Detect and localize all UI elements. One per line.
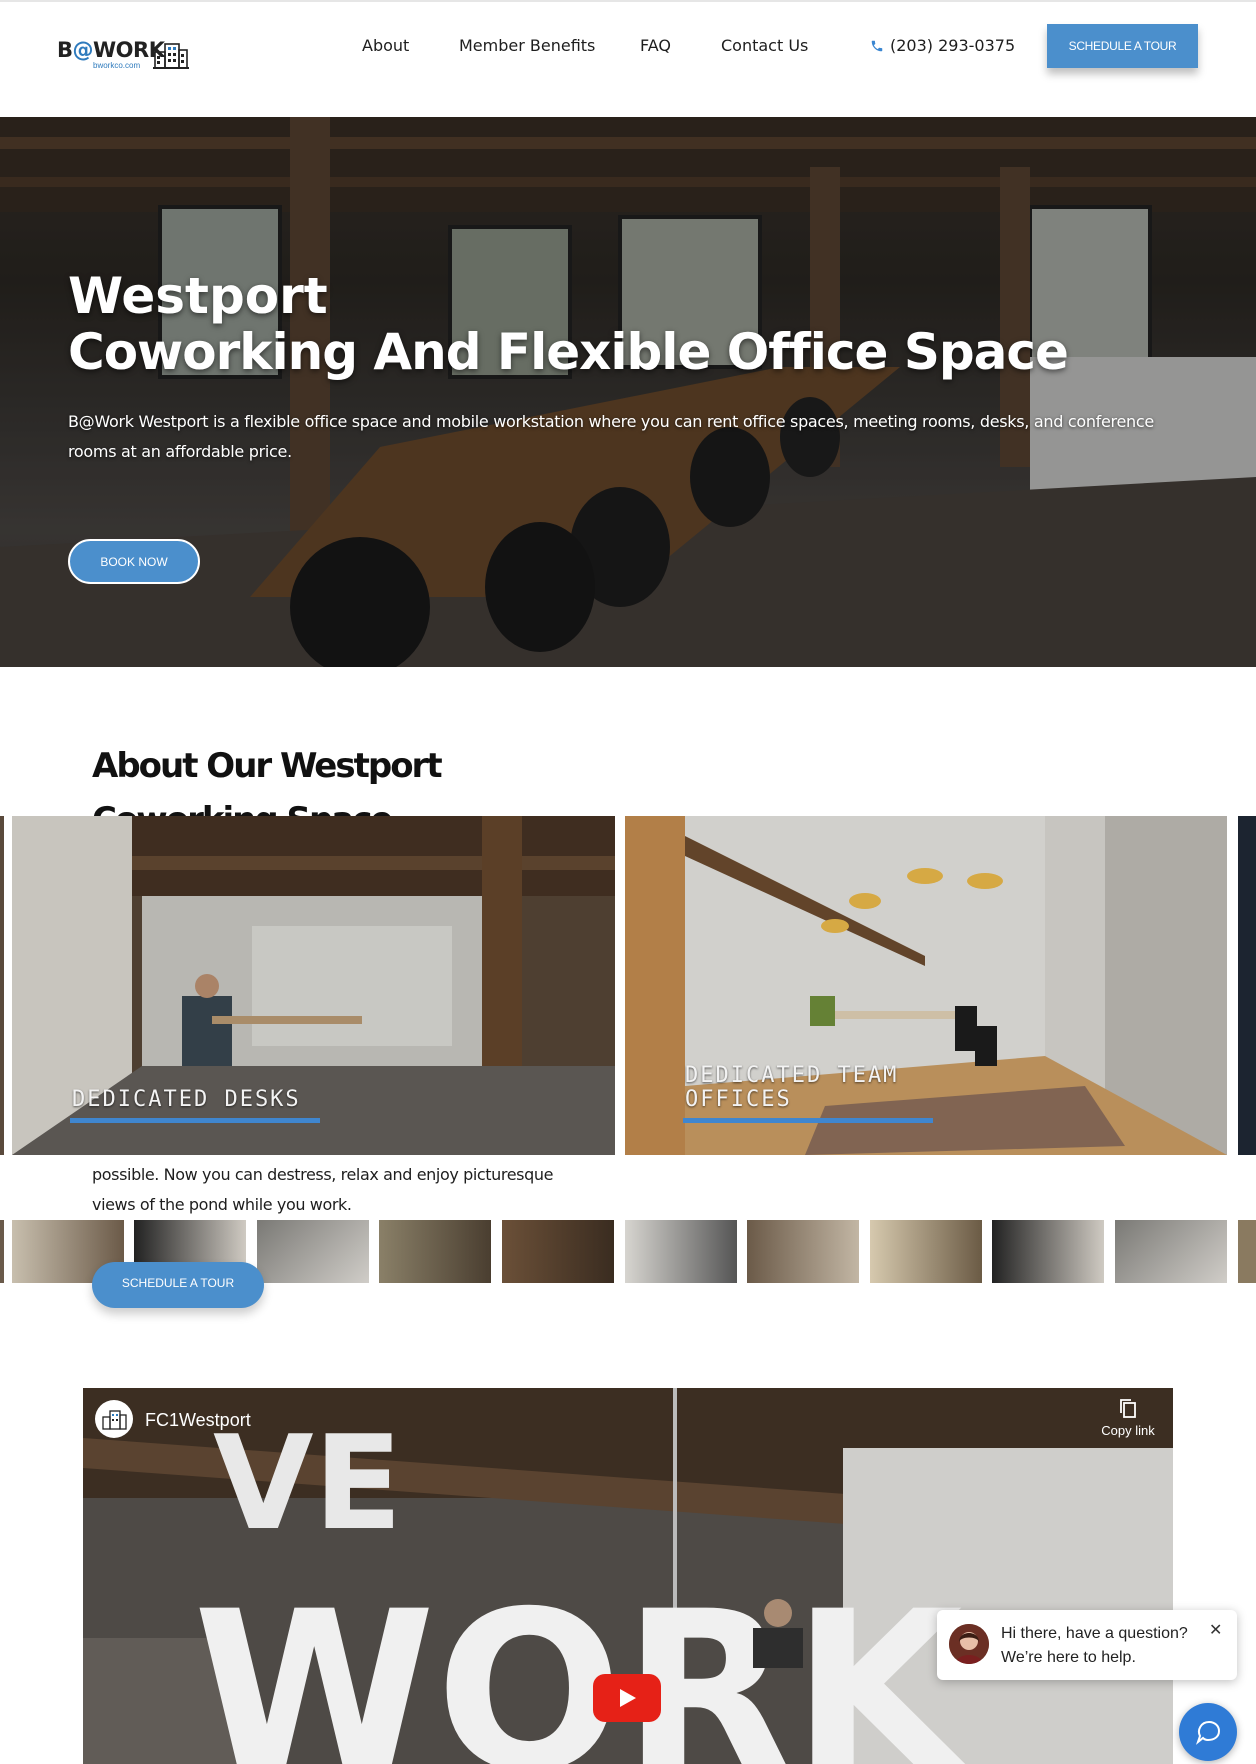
agent-avatar (949, 1624, 989, 1664)
youtube-video-embed[interactable]: VE WORK FC1Westport Copy link (83, 1388, 1173, 1764)
svg-text:WORK: WORK (193, 1564, 970, 1764)
about-title: About Our Westport (92, 746, 443, 786)
thumbnail[interactable] (502, 1220, 614, 1283)
nav-faq[interactable]: FAQ (640, 36, 671, 55)
thumbnail[interactable] (625, 1220, 737, 1283)
about-title-line2: Coworking Space (92, 800, 391, 816)
copy-link-label: Copy link (1101, 1423, 1155, 1438)
slide-caption: DEDICATED DESKS (72, 1087, 301, 1112)
hero-title-line1: Westport (68, 267, 328, 325)
slide-dedicated-desks[interactable]: DEDICATED DESKS (12, 816, 615, 1155)
chat-greeting-bubble[interactable]: Hi there, have a question? We’re here to… (937, 1610, 1237, 1680)
chat-icon (1195, 1720, 1221, 1745)
logo-domain: bworkco.com (93, 61, 141, 70)
logo-wordmark: B@WORK (57, 38, 165, 62)
chat-greeting-line2: We’re here to help. (1001, 1649, 1136, 1666)
slide-underline (70, 1118, 320, 1123)
thumbnail[interactable] (1115, 1220, 1227, 1283)
thumbnail[interactable] (379, 1220, 491, 1283)
book-now-button[interactable]: BOOK NOW (68, 539, 200, 584)
thumbnail[interactable] (0, 1220, 4, 1283)
building-icon (153, 43, 189, 69)
thumbnail[interactable] (992, 1220, 1104, 1283)
hero-title-line2: Coworking And Flexible Office Space (68, 323, 1069, 381)
thumbnail[interactable] (257, 1220, 369, 1283)
nav-contact-us[interactable]: Contact Us (721, 36, 808, 55)
hero-description: B@Work Westport is a flexible office spa… (68, 412, 1154, 461)
nav-about[interactable]: About (362, 36, 409, 55)
chat-launcher-button[interactable] (1179, 1703, 1237, 1761)
chat-greeting-line1: Hi there, have a question? (1001, 1625, 1188, 1642)
site-logo[interactable]: B@WORK bworkco.com (57, 36, 191, 72)
nav-member-benefits[interactable]: Member Benefits (459, 36, 595, 55)
thumbnail[interactable] (870, 1220, 982, 1283)
agent-photo (949, 1624, 989, 1664)
building-icon (102, 1410, 127, 1430)
phone-number: (203) 293-0375 (890, 36, 1016, 55)
slide-edge-right (1238, 816, 1256, 1155)
play-icon (620, 1689, 636, 1707)
site-header: B@WORK bworkco.com About Member Benefits… (0, 2, 1256, 117)
about-text: possible. Now you can destress, relax an… (92, 1165, 554, 1214)
schedule-tour-button-secondary[interactable]: SCHEDULE A TOUR (92, 1262, 264, 1308)
phone-icon (871, 40, 883, 51)
thumbnail[interactable] (747, 1220, 859, 1283)
slide-dedicated-team-offices[interactable]: DEDICATED TEAM OFFICES (625, 816, 1227, 1155)
slide-caption: DEDICATED TEAM OFFICES (685, 1063, 899, 1112)
phone-link[interactable]: (203) 293-0375 (870, 36, 1015, 55)
copy-icon (1120, 1399, 1136, 1418)
copy-link-button[interactable]: Copy link (1093, 1398, 1163, 1438)
slide-edge-left (0, 816, 4, 1155)
hero-background-image (0, 117, 1256, 667)
thumbnail[interactable] (1238, 1220, 1256, 1283)
close-icon[interactable]: ✕ (1209, 1620, 1222, 1640)
hero-section: Westport Coworking And Flexible Office S… (0, 117, 1256, 667)
schedule-tour-button[interactable]: SCHEDULE A TOUR (1047, 24, 1198, 68)
slide-underline (683, 1118, 933, 1123)
video-channel-title[interactable]: FC1Westport (145, 1410, 251, 1431)
channel-avatar[interactable] (95, 1400, 133, 1438)
play-button[interactable] (593, 1674, 661, 1722)
